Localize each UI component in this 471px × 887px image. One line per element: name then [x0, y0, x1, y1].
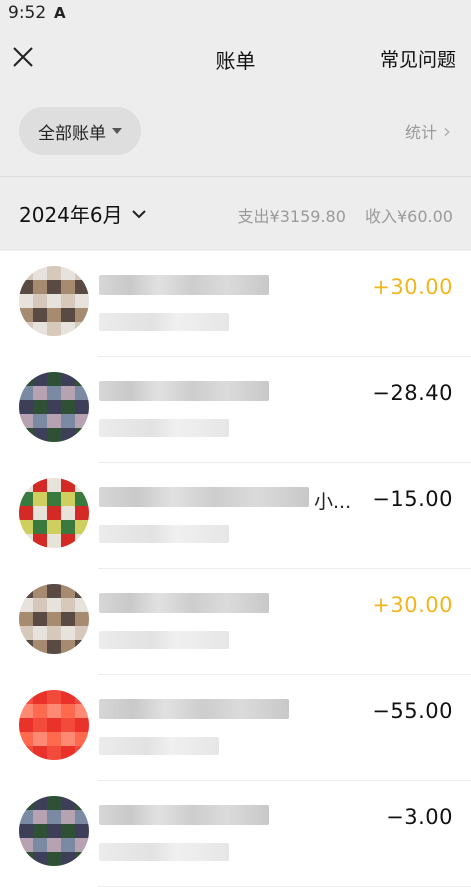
expense-total: 支出¥3159.80	[237, 207, 346, 226]
avatar	[19, 372, 89, 442]
blurred-title	[99, 381, 269, 401]
income-total: 收入¥60.00	[365, 207, 453, 226]
chevron-down-icon	[131, 209, 146, 218]
nav-bar: 账单 常见问题	[0, 28, 471, 88]
avatar	[19, 584, 89, 654]
blurred-subtitle	[99, 313, 229, 331]
transaction-row[interactable]: −3.00	[0, 781, 471, 887]
chevron-right-icon: ›	[443, 119, 451, 143]
transaction-amount: −55.00	[372, 699, 453, 723]
filter-label: 全部账单	[38, 123, 106, 144]
blurred-subtitle	[99, 419, 229, 437]
faq-link[interactable]: 常见问题	[380, 45, 456, 72]
transaction-amount: +30.00	[372, 275, 453, 299]
month-label: 2024年6月	[19, 203, 123, 227]
blurred-title	[99, 487, 309, 507]
status-bar: 9:52 A	[0, 0, 471, 28]
avatar	[19, 690, 89, 760]
avatar	[19, 478, 89, 548]
blurred-subtitle	[99, 843, 229, 861]
blurred-subtitle	[99, 631, 229, 649]
transaction-row[interactable]: 小... −15.00	[0, 463, 471, 569]
month-summary: 支出¥3159.80 收入¥60.00	[238, 203, 453, 227]
blurred-title	[99, 805, 269, 825]
transaction-amount: +30.00	[372, 593, 453, 617]
transaction-row[interactable]: −28.40	[0, 357, 471, 463]
avatar	[19, 266, 89, 336]
stats-link[interactable]: 统计 ›	[405, 119, 451, 143]
blurred-title	[99, 699, 289, 719]
bill-filter-dropdown[interactable]: 全部账单	[19, 107, 141, 155]
blurred-title	[99, 275, 269, 295]
month-bar: 2024年6月 支出¥3159.80 收入¥60.00	[0, 177, 471, 251]
caret-down-icon	[112, 128, 122, 134]
transaction-row[interactable]: +30.00	[0, 251, 471, 357]
stats-label: 统计	[404, 123, 437, 142]
filter-bar: 全部账单 统计 ›	[0, 88, 471, 176]
transaction-list: +30.00 −28.40 小... −15.00 +30.00 −55.00 …	[0, 251, 471, 887]
avatar	[19, 796, 89, 866]
transaction-row[interactable]: +30.00	[0, 569, 471, 675]
notification-icon: A	[54, 4, 66, 22]
blurred-title	[99, 593, 269, 613]
month-selector[interactable]: 2024年6月	[19, 199, 147, 228]
transaction-amount: −28.40	[372, 381, 453, 405]
transaction-row[interactable]: −55.00	[0, 675, 471, 781]
title-suffix: 小...	[314, 491, 352, 513]
blurred-subtitle	[99, 525, 229, 543]
status-time: 9:52	[8, 3, 47, 23]
transaction-amount: −15.00	[372, 487, 453, 511]
blurred-subtitle	[99, 737, 219, 755]
transaction-amount: −3.00	[386, 805, 453, 829]
